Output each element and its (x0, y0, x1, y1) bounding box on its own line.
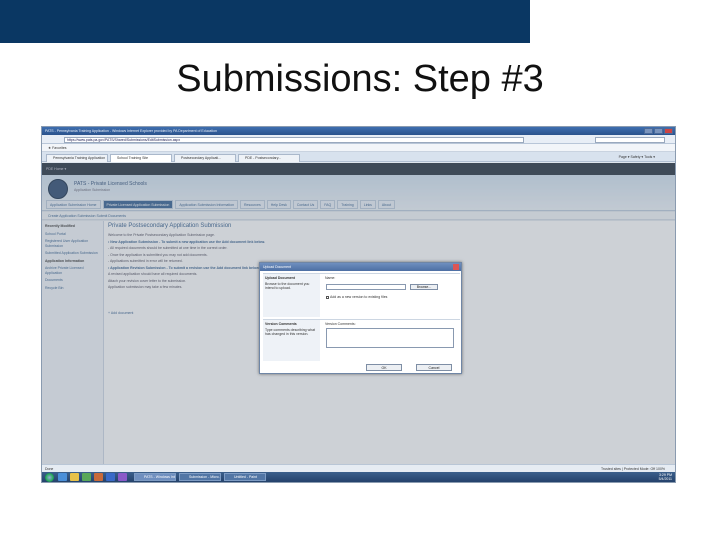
browser-tab-4[interactable]: PDE - Postsecondary... (238, 154, 300, 162)
taskbar-item-ie[interactable]: PATS - Windows Inte... (134, 473, 176, 481)
status-bar: Done Trusted sites | Protected Mode: Off… (42, 464, 675, 472)
browser-tab-strip: Pennsylvania Training Application School… (42, 152, 675, 162)
status-text: Done (45, 467, 54, 471)
upload-document-dialog: Upload Document Upload Document Browse t… (259, 262, 462, 374)
ie-toolbar[interactable]: Page ▾ Safety ▾ Tools ▾ (619, 154, 655, 161)
ie-quicklaunch-icon[interactable] (58, 473, 67, 481)
favorites-label[interactable]: Favorites (52, 146, 66, 150)
taskbar-item-word[interactable]: Submission - Micro... (179, 473, 221, 481)
comments-description: Type comments describing what has change… (265, 328, 315, 336)
overwrite-checkbox[interactable] (326, 295, 329, 299)
upload-description: Browse to the document you intend to upl… (265, 282, 310, 290)
ok-button[interactable]: OK (366, 364, 402, 371)
browser-screenshot: PATS - Pennsylvania Training Application… (41, 126, 676, 483)
favorites-bar: ★ Favorites (42, 144, 675, 152)
browse-button[interactable]: Browse... (410, 284, 438, 290)
overwrite-label: Add as a new version to existing files (330, 295, 388, 299)
zoom-level[interactable]: 100% (656, 467, 665, 471)
security-zone: Trusted sites | Protected Mode: Off (601, 467, 656, 471)
window-title: PATS - Pennsylvania Training Application… (45, 129, 217, 133)
window-titlebar: PATS - Pennsylvania Training Application… (42, 127, 675, 135)
system-clock: 3:29 PM 5/4/2011 (659, 473, 672, 481)
start-button-icon[interactable] (45, 472, 54, 482)
version-comments-section: Version Comments Type comments describin… (263, 319, 460, 361)
media-quicklaunch-icon[interactable] (82, 473, 91, 481)
word-quicklaunch-icon[interactable] (106, 473, 115, 481)
file-path-input[interactable] (326, 284, 406, 290)
cancel-button[interactable]: Cancel (416, 364, 452, 371)
comments-heading: Version Comments (265, 322, 297, 326)
address-bar-row: https://www.pats.pa.gov/PATS/Shared/Subm… (42, 135, 675, 144)
minimize-button[interactable] (644, 128, 653, 134)
version-comments-textarea[interactable] (326, 328, 454, 348)
misc-quicklaunch-icon[interactable] (118, 473, 127, 481)
browser-tab-3[interactable]: Postsecondary Applicati... (174, 154, 236, 162)
comments-label: Version Comments: (325, 322, 356, 326)
dialog-title: Upload Document (260, 263, 461, 271)
folder-quicklaunch-icon[interactable] (70, 473, 79, 481)
maximize-button[interactable] (654, 128, 663, 134)
overwrite-checkbox-row[interactable]: Add as a new version to existing files (326, 295, 387, 299)
slide-top-bar (0, 0, 530, 43)
dialog-close-icon[interactable] (453, 264, 459, 270)
windows-taskbar: PATS - Windows Inte... Submission - Micr… (42, 472, 675, 482)
upload-heading: Upload Document (265, 276, 295, 280)
close-button[interactable] (664, 128, 673, 134)
search-box[interactable] (595, 136, 665, 143)
browser-tab-2[interactable]: School Training Site (110, 154, 172, 162)
address-bar[interactable]: https://www.pats.pa.gov/PATS/Shared/Subm… (64, 136, 524, 143)
name-label: Name: (325, 276, 336, 280)
app-quicklaunch-icon[interactable] (94, 473, 103, 481)
browser-tab-1[interactable]: Pennsylvania Training Application (46, 154, 108, 162)
clock-date: 5/4/2011 (658, 477, 672, 481)
taskbar-item-paint[interactable]: Untitled - Paint (224, 473, 266, 481)
slide-title: Submissions: Step #3 (176, 58, 544, 100)
upload-section: Upload Document Browse to the document y… (263, 273, 460, 317)
